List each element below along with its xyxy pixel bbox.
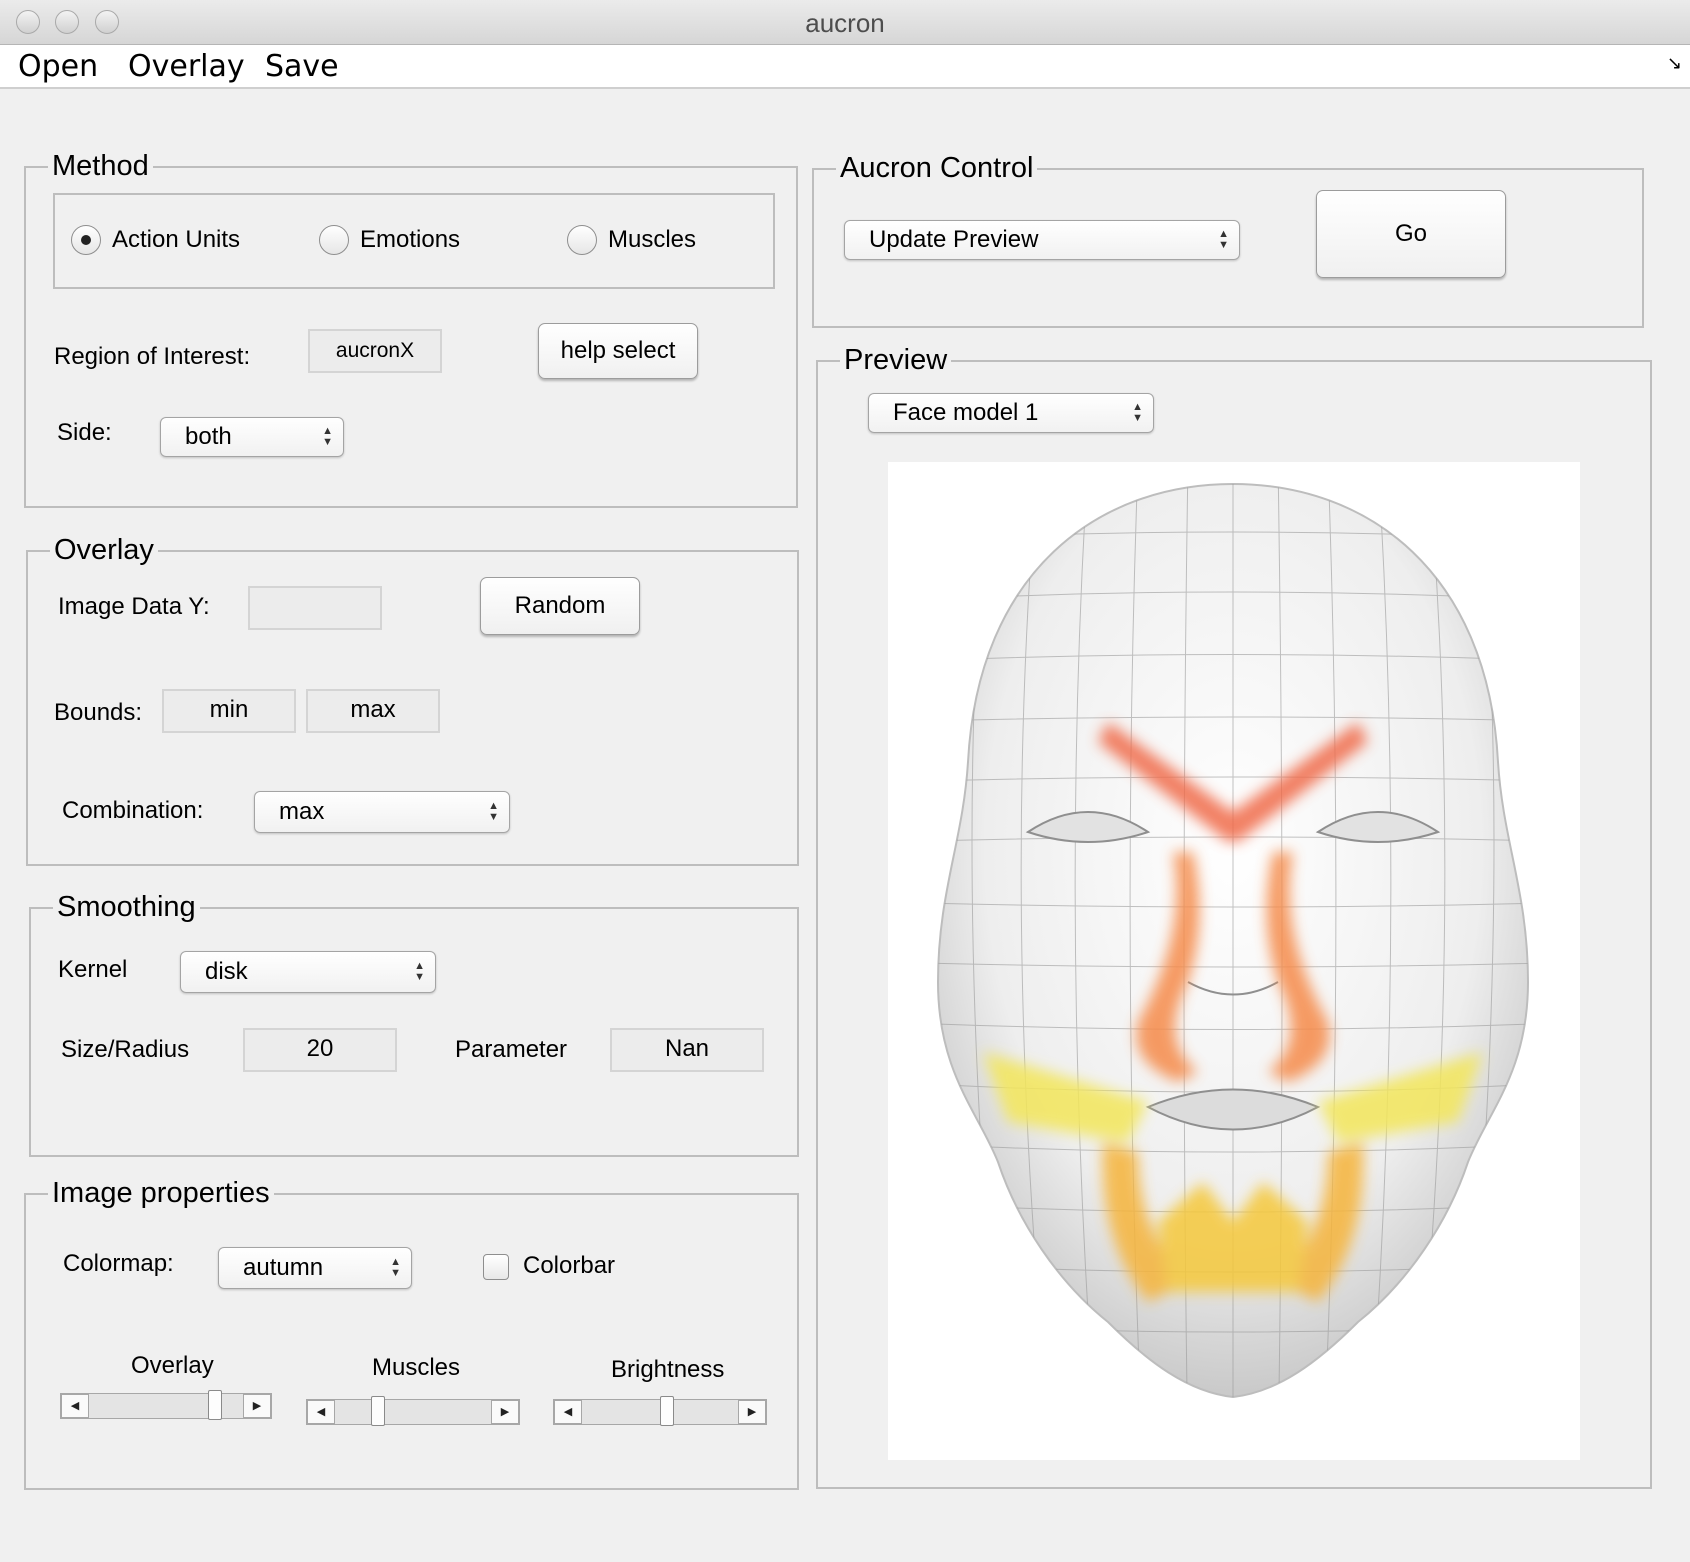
parameter-label: Parameter (455, 1036, 568, 1063)
radio-action-units[interactable] (71, 225, 101, 255)
popup-arrows-icon: ▲ ▼ (414, 960, 425, 983)
overlay-panel: Overlay Image Data Y: Random Bounds: min… (26, 531, 799, 866)
method-radio-group: Action Units Emotions Muscles (53, 193, 775, 289)
muscles-slider-thumb[interactable] (370, 1396, 385, 1426)
combination-popup[interactable]: max ▲ ▼ (254, 791, 510, 833)
aucron-control-title: Aucron Control (836, 149, 1038, 187)
side-popup-value: both (185, 423, 232, 450)
smoothing-panel-title: Smoothing (53, 888, 200, 926)
image-properties-panel: Image properties Colormap: autumn ▲ ▼ Col… (24, 1174, 799, 1490)
side-label: Side: (57, 419, 112, 446)
muscles-slider[interactable]: ◀ ▶ (306, 1396, 520, 1426)
title-bar: aucron (0, 0, 1690, 45)
method-panel: Method Action Units Emotions Muscles Reg… (24, 147, 798, 508)
kernel-popup-value: disk (205, 958, 248, 985)
slider-right-arrow-icon[interactable]: ▶ (243, 1394, 271, 1418)
window-title: aucron (805, 8, 885, 38)
menu-open[interactable]: Open (18, 49, 98, 84)
aucron-control-panel: Aucron Control Update Preview ▲ ▼ Go (812, 149, 1644, 328)
popup-arrows-icon: ▲ ▼ (1132, 401, 1143, 424)
preview-panel-title: Preview (840, 341, 952, 379)
overlay-panel-title: Overlay (50, 531, 158, 569)
brightness-slider-thumb[interactable] (660, 1396, 675, 1426)
action-popup[interactable]: Update Preview ▲ ▼ (844, 220, 1240, 260)
slider-left-arrow-icon[interactable]: ◀ (61, 1394, 89, 1418)
radio-action-units-label[interactable]: Action Units (112, 225, 240, 255)
size-radius-field[interactable]: 20 (243, 1028, 397, 1072)
colormap-popup-value: autumn (243, 1254, 324, 1281)
bounds-label: Bounds: (54, 699, 143, 726)
bounds-min-field[interactable]: min (162, 689, 296, 733)
help-select-button[interactable]: help select (538, 323, 698, 379)
face-model-popup[interactable]: Face model 1 ▲ ▼ (868, 393, 1154, 433)
side-popup[interactable]: both ▲ ▼ (160, 417, 344, 457)
popup-arrows-icon: ▲ ▼ (488, 800, 499, 823)
slider-left-arrow-icon[interactable]: ◀ (307, 1400, 335, 1424)
colormap-popup[interactable]: autumn ▲ ▼ (218, 1247, 412, 1289)
radio-muscles-label[interactable]: Muscles (608, 225, 696, 255)
brightness-slider[interactable]: ◀ ▶ (553, 1396, 767, 1426)
parameter-field[interactable]: Nan (610, 1028, 764, 1072)
slider-left-arrow-icon[interactable]: ◀ (554, 1400, 582, 1424)
image-properties-title: Image properties (48, 1174, 274, 1212)
slider-right-arrow-icon[interactable]: ▶ (738, 1400, 766, 1424)
combination-label: Combination: (62, 797, 204, 824)
method-panel-title: Method (48, 147, 153, 185)
radio-emotions[interactable] (319, 225, 349, 255)
action-popup-value: Update Preview (869, 226, 1039, 253)
bounds-max-field[interactable]: max (306, 689, 440, 733)
popup-arrows-icon: ▲ ▼ (322, 425, 333, 448)
colorbar-checkbox[interactable] (483, 1254, 509, 1280)
popup-arrows-icon: ▲ ▼ (1218, 228, 1229, 251)
size-radius-label: Size/Radius (61, 1036, 190, 1063)
image-data-label: Image Data Y: (58, 593, 210, 620)
brightness-slider-label: Brightness (611, 1356, 725, 1383)
overlay-slider-label: Overlay (131, 1352, 214, 1379)
menu-overlay[interactable]: Overlay (128, 49, 245, 84)
image-data-field[interactable] (248, 586, 382, 630)
slider-right-arrow-icon[interactable]: ▶ (491, 1400, 519, 1424)
colormap-label: Colormap: (63, 1250, 174, 1277)
kernel-popup[interactable]: disk ▲ ▼ (180, 951, 436, 993)
go-button[interactable]: Go (1316, 190, 1506, 278)
combination-popup-value: max (279, 798, 325, 825)
popup-arrows-icon: ▲ ▼ (390, 1256, 401, 1279)
kernel-label: Kernel (58, 956, 128, 983)
colorbar-label[interactable]: Colorbar (523, 1251, 615, 1281)
face-preview-image (888, 462, 1580, 1460)
overlay-slider[interactable]: ◀ ▶ (60, 1390, 272, 1420)
radio-emotions-label[interactable]: Emotions (360, 225, 460, 255)
radio-muscles[interactable] (567, 225, 597, 255)
smoothing-panel: Smoothing Kernel disk ▲ ▼ Size/Radius 20 … (29, 888, 799, 1157)
overlay-slider-thumb[interactable] (208, 1390, 222, 1420)
face-model-svg (936, 482, 1530, 1399)
face-model-popup-value: Face model 1 (893, 399, 1039, 426)
random-button[interactable]: Random (480, 577, 640, 635)
roi-field[interactable]: aucronX (308, 329, 442, 373)
roi-label: Region of Interest: (54, 343, 251, 370)
toolbar-toggle-icon[interactable]: ↘ (1667, 53, 1682, 74)
muscles-slider-label: Muscles (372, 1354, 461, 1381)
menu-bar: Open Overlay Save ↘ (0, 45, 1690, 89)
menu-save[interactable]: Save (265, 49, 339, 84)
